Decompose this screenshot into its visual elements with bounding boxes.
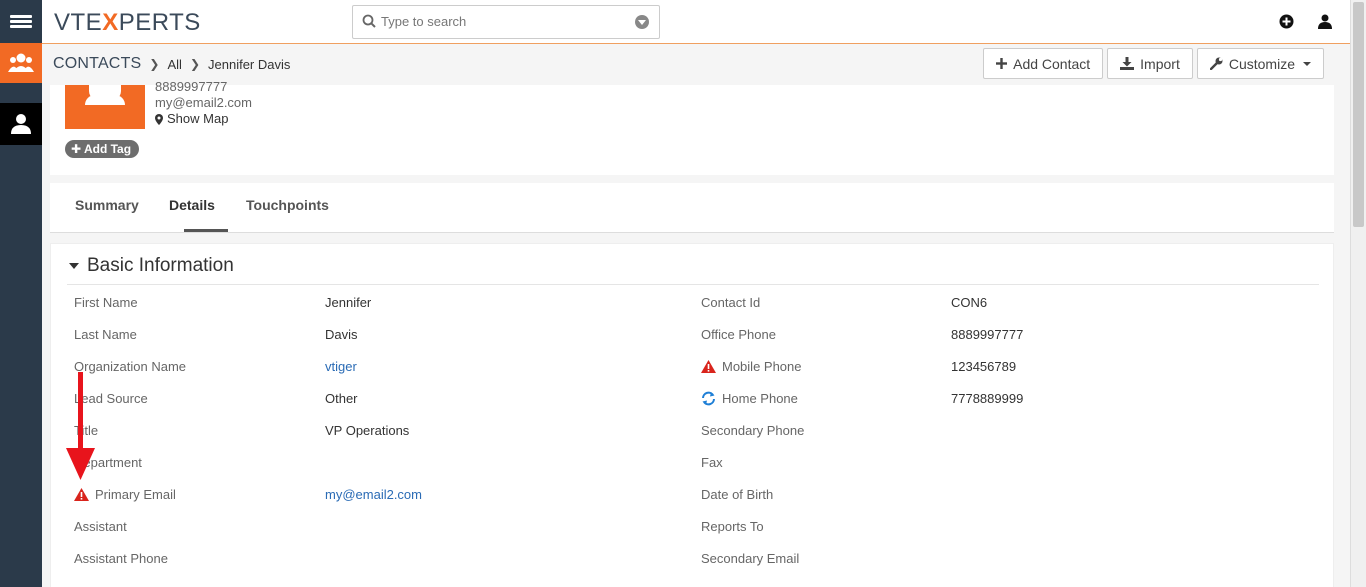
field-row: Assistant Phone Secondary Email: [51, 551, 1335, 583]
field-value[interactable]: 123456789: [951, 359, 1016, 374]
show-map-link[interactable]: Show Map: [155, 111, 252, 127]
tab-touchpoints[interactable]: Touchpoints: [246, 197, 329, 213]
field-label: Secondary Email: [701, 551, 800, 566]
plus-circle-icon[interactable]: [1279, 14, 1294, 29]
field-row: Organization Name vtiger Mobile Phone 12…: [51, 359, 1335, 391]
field-label: Last Name: [74, 327, 137, 342]
field-value[interactable]: 7778889999: [951, 391, 1023, 406]
field-label: Fax: [701, 455, 723, 470]
chevron-right-icon: ❯: [149, 57, 160, 71]
field-value[interactable]: Other: [325, 391, 358, 406]
field-row: First Name Jennifer Contact Id CON6: [51, 295, 1335, 327]
rail-item-contacts[interactable]: [0, 103, 42, 145]
import-label: Import: [1140, 55, 1180, 72]
add-tag-button[interactable]: ✚ Add Tag: [65, 140, 140, 158]
breadcrumb: CONTACTS ❯ All ❯ Jennifer Davis: [53, 55, 290, 73]
record-tabs: Summary Details Touchpoints: [50, 183, 1334, 233]
field-value[interactable]: CON6: [951, 295, 987, 310]
customize-button[interactable]: Customize: [1196, 48, 1324, 79]
record-header-card: 8889997777 my@email2.com Show Map ✚ Add …: [50, 79, 1334, 175]
page-scrollbar[interactable]: [1350, 0, 1366, 587]
users-group-icon: [8, 53, 34, 72]
field-value[interactable]: 8889997777: [951, 327, 1023, 342]
module-rail: [0, 0, 42, 587]
section-title: Basic Information: [87, 255, 234, 276]
tab-summary[interactable]: Summary: [75, 197, 139, 213]
field-row: Last Name Davis Office Phone 8889997777: [51, 327, 1335, 359]
breadcrumb-module[interactable]: CONTACTS: [53, 55, 141, 73]
map-marker-icon: [155, 113, 163, 125]
breadcrumb-filter[interactable]: All: [167, 57, 181, 72]
active-tab-indicator: [184, 229, 228, 232]
field-value[interactable]: VP Operations: [325, 423, 409, 438]
field-label: Date of Birth: [701, 487, 774, 502]
import-button[interactable]: Import: [1107, 48, 1193, 79]
contact-avatar: [65, 85, 145, 129]
primary-email-link[interactable]: my@email2.com: [325, 487, 422, 502]
caret-down-icon: [69, 263, 79, 269]
warning-icon: [74, 488, 89, 501]
breadcrumb-record: Jennifer Davis: [208, 56, 291, 72]
record-email: my@email2.com: [155, 95, 252, 110]
field-row: Department Fax: [51, 455, 1335, 487]
field-label: Contact Id: [701, 295, 761, 310]
wrench-icon: [1209, 57, 1223, 70]
field-label: Assistant Phone: [74, 551, 168, 566]
hamburger-icon: [10, 13, 32, 30]
warning-icon: [701, 360, 716, 373]
user-icon[interactable]: [1318, 14, 1332, 29]
field-row: Lead Source Other Home Phone 7778889999: [51, 391, 1335, 423]
logo[interactable]: VTEXPERTS: [54, 9, 201, 37]
customize-label: Customize: [1228, 55, 1295, 72]
field-row: Title VP Operations Secondary Phone: [51, 423, 1335, 455]
global-search: [352, 5, 660, 39]
rail-item-groups[interactable]: [0, 43, 42, 83]
record-phone: 8889997777: [155, 79, 228, 94]
top-bar: VTEXPERTS: [42, 0, 1350, 44]
search-icon: [362, 14, 376, 28]
search-input[interactable]: [381, 14, 621, 29]
field-label-primary-email: Primary Email: [74, 487, 176, 502]
download-icon: [1120, 57, 1135, 70]
field-label: Office Phone: [701, 327, 776, 342]
details-panel: Basic Information First Name Jennifer Co…: [50, 243, 1334, 587]
field-value[interactable]: Jennifer: [325, 295, 371, 310]
field-label: Secondary Phone: [701, 423, 805, 438]
field-label: First Name: [74, 295, 138, 310]
field-label-mobile: Mobile Phone: [701, 359, 802, 374]
plus-icon: ✚: [71, 142, 82, 156]
field-row: Primary Email my@email2.com Date of Birt…: [51, 487, 1335, 519]
field-value[interactable]: Davis: [325, 327, 358, 342]
tab-details[interactable]: Details: [169, 197, 215, 213]
add-contact-label: Add Contact: [1013, 55, 1091, 72]
search-dropdown-icon[interactable]: [635, 15, 649, 29]
field-label: Assistant: [74, 519, 127, 534]
chevron-right-icon: ❯: [189, 57, 200, 71]
field-label: Reports To: [701, 519, 764, 534]
plus-icon: [996, 58, 1008, 69]
red-arrow-annotation: [66, 372, 95, 480]
menu-button[interactable]: [0, 0, 42, 43]
add-contact-button[interactable]: Add Contact: [983, 48, 1104, 79]
scrollbar-thumb[interactable]: [1353, 2, 1364, 227]
field-row: Assistant Reports To: [51, 519, 1335, 551]
sync-icon: [702, 391, 715, 406]
section-header[interactable]: Basic Information: [69, 255, 234, 277]
caret-down-icon: [1303, 61, 1311, 66]
field-label-home: Home Phone: [701, 391, 798, 406]
organization-link[interactable]: vtiger: [325, 359, 357, 374]
user-icon: [11, 114, 31, 134]
